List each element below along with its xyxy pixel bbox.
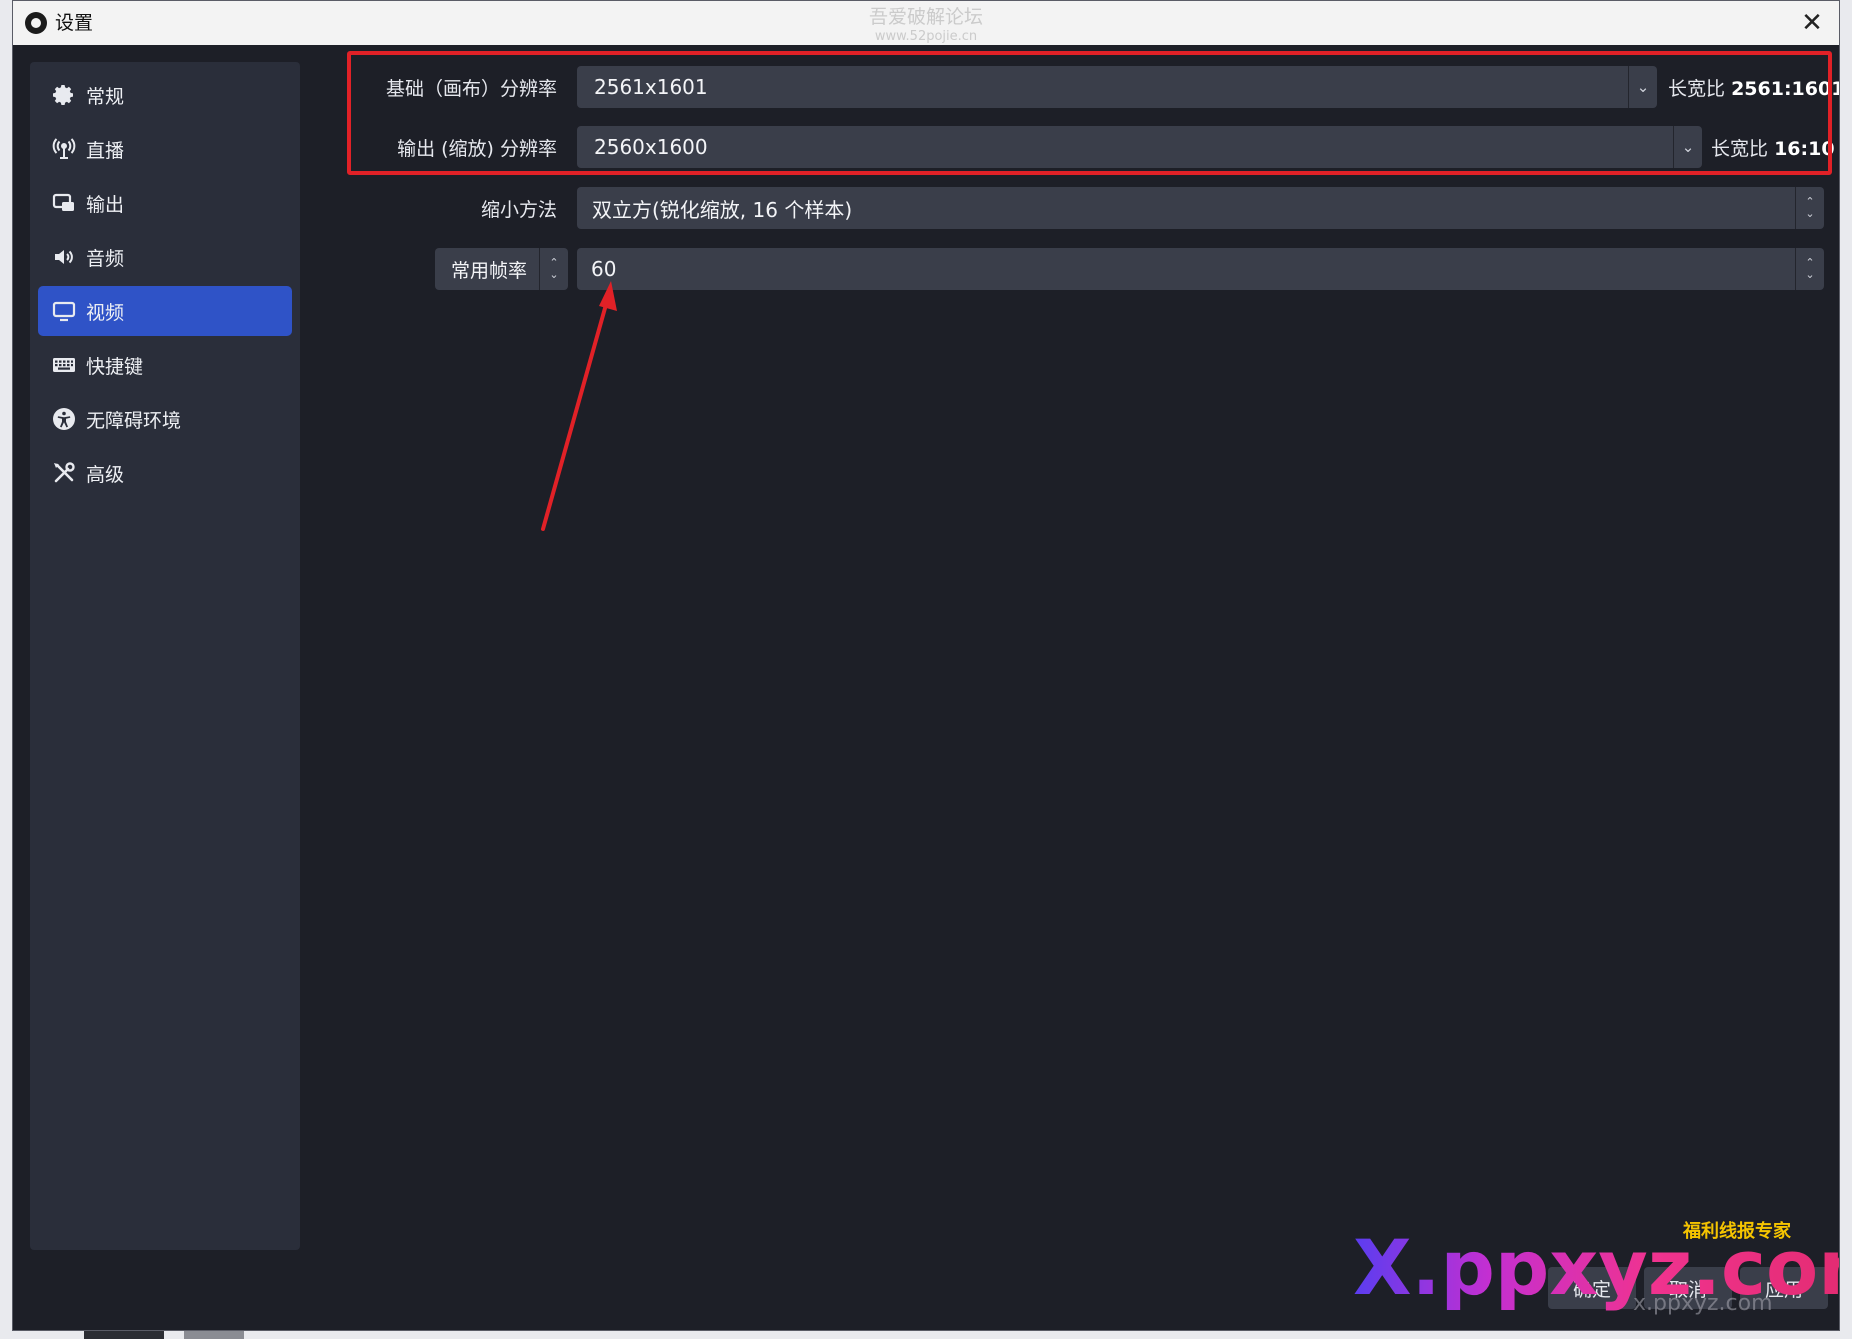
sidebar-item-label: 视频 [86, 301, 125, 324]
sidebar-item-stream[interactable]: 直播 [38, 124, 292, 174]
accessibility-icon [50, 405, 78, 433]
up-down-arrows-icon: ⌃ ⌄ [539, 248, 568, 290]
output-resolution-select[interactable]: 2560x1600 ⌄ [577, 126, 1702, 168]
sidebar-item-advanced[interactable]: 高级 [38, 448, 292, 498]
base-aspect-ratio: 长宽比 2561:1601 [1668, 78, 1840, 100]
base-resolution-label: 基础（画布）分辨率 [385, 78, 557, 100]
background-strip [184, 1331, 244, 1339]
sidebar-item-label: 高级 [86, 463, 125, 486]
downscale-filter-label: 缩小方法 [480, 199, 557, 221]
speaker-icon [50, 243, 78, 271]
sidebar-item-label: 输出 [86, 193, 125, 216]
fps-type-select[interactable]: 常用帧率 ⌃ ⌄ [435, 248, 568, 290]
sidebar-item-general[interactable]: 常规 [38, 70, 292, 120]
monitor-icon [50, 297, 78, 325]
sidebar-item-label: 直播 [86, 139, 125, 162]
antenna-icon [50, 135, 78, 163]
background-strip [84, 1331, 164, 1339]
downscale-filter-select[interactable]: 双立方(锐化缩放, 16 个样本) ⌃ ⌄ [577, 187, 1824, 229]
output-resolution-label: 输出 (缩放) 分辨率 [397, 138, 557, 160]
sidebar-item-label: 快捷键 [86, 355, 144, 378]
fps-value-select[interactable]: 60 ⌃ ⌄ [577, 248, 1824, 290]
close-button[interactable]: ✕ [1785, 1, 1839, 45]
tools-icon [50, 459, 78, 487]
sidebar-item-label: 无障碍环境 [86, 409, 182, 432]
close-icon: ✕ [1801, 8, 1823, 38]
sidebar-item-output[interactable]: 输出 [38, 178, 292, 228]
up-down-arrows-icon: ⌃ ⌄ [1795, 248, 1824, 290]
output-icon [50, 189, 78, 217]
settings-window: 设置 吾爱破解论坛 www.52pojie.cn ✕ 常规 直播 输出 音频 视… [12, 0, 1840, 1331]
sidebar-item-audio[interactable]: 音频 [38, 232, 292, 282]
sidebar-item-label: 音频 [86, 247, 125, 270]
gear-icon [50, 81, 78, 109]
window-title: 设置 [55, 12, 94, 34]
sidebar-item-hotkeys[interactable]: 快捷键 [38, 340, 292, 390]
sidebar-item-video[interactable]: 视频 [38, 286, 292, 336]
base-resolution-select[interactable]: 2561x1601 ⌄ [577, 66, 1657, 108]
sidebar-item-accessibility[interactable]: 无障碍环境 [38, 394, 292, 444]
chevron-down-icon: ⌄ [1673, 126, 1702, 168]
settings-sidebar: 常规 直播 输出 音频 视频 快捷键 无障碍环境 高级 [30, 62, 300, 1250]
title-bar: 设置 吾爱破解论坛 www.52pojie.cn ✕ [13, 1, 1839, 45]
keyboard-icon [50, 351, 78, 379]
chevron-down-icon: ⌄ [1628, 66, 1657, 108]
up-down-arrows-icon: ⌃ ⌄ [1795, 187, 1824, 229]
watermark-top: 吾爱破解论坛 www.52pojie.cn [869, 6, 984, 44]
sidebar-item-label: 常规 [86, 85, 125, 108]
watermark-url: x.ppxyz.com [1633, 1291, 1773, 1316]
output-aspect-ratio: 长宽比 16:10 [1711, 138, 1835, 160]
obs-app-icon [25, 12, 47, 34]
